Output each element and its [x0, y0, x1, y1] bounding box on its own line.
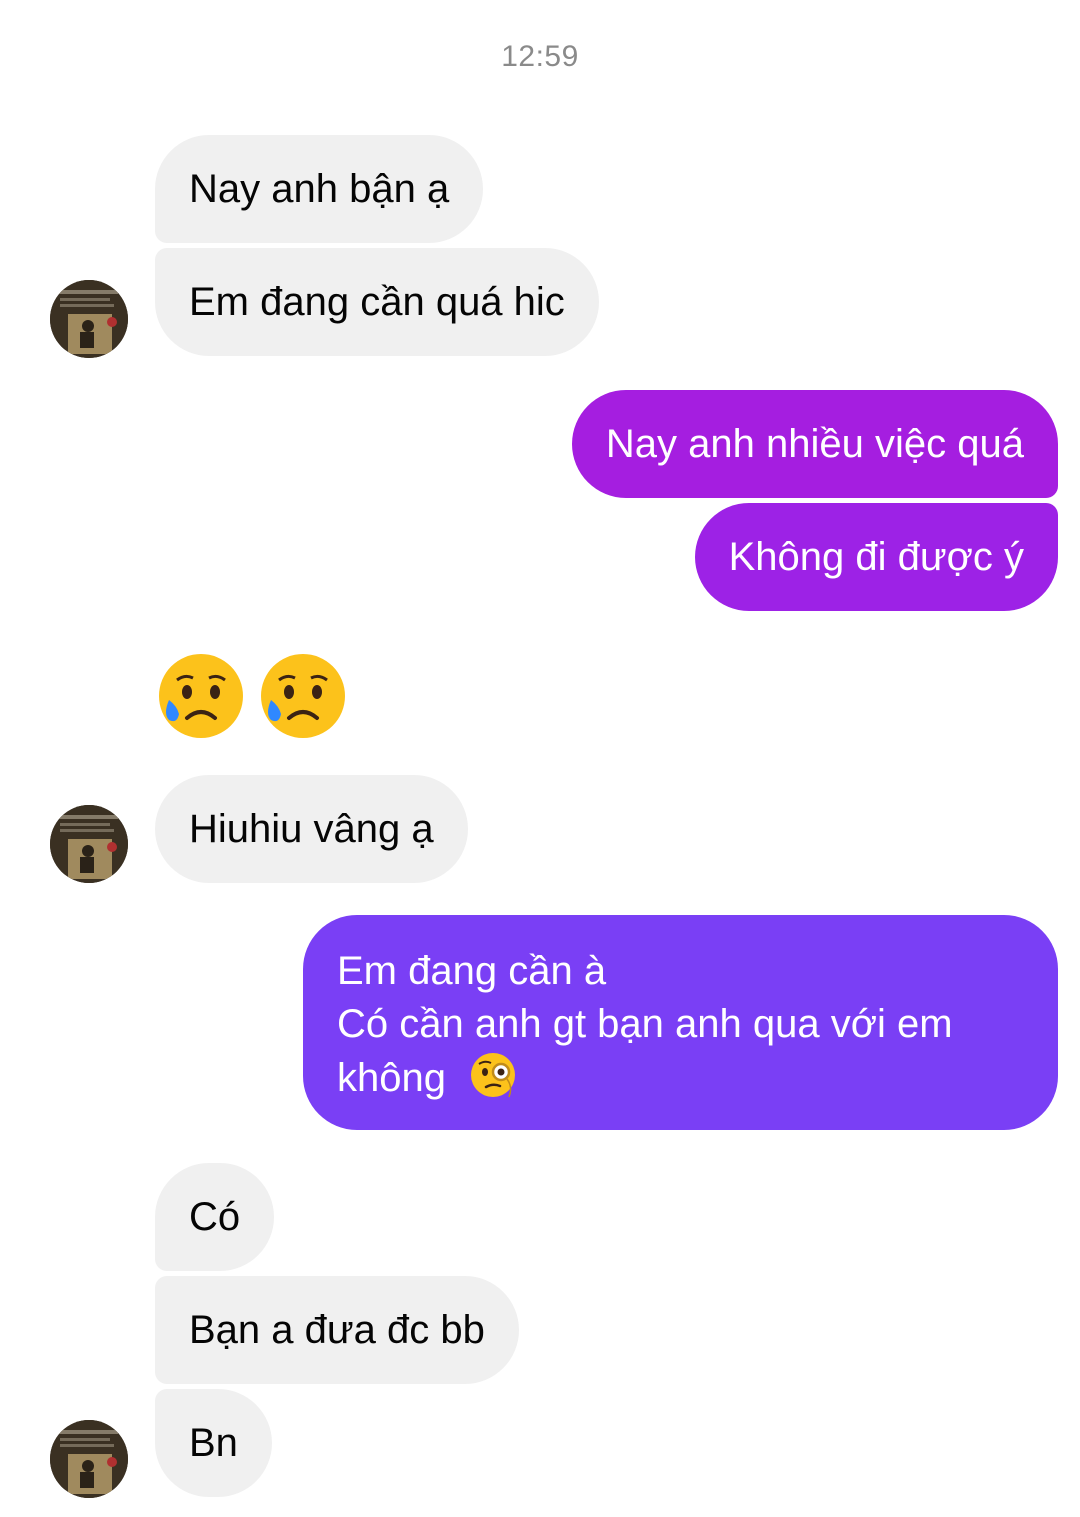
emoji-message[interactable]: [155, 650, 349, 742]
message-bubble-incoming[interactable]: Có: [155, 1163, 275, 1271]
message-text: Có: [189, 1194, 241, 1239]
message-text: Nay anh bận ạ: [189, 166, 450, 211]
message-bubble-incoming[interactable]: Nay anh bận ạ: [155, 135, 484, 243]
message-bubble-incoming[interactable]: Hiuhiu vâng ạ: [155, 775, 468, 883]
timestamp: 12:59: [501, 40, 579, 73]
contact-avatar[interactable]: [50, 280, 128, 358]
message-text: Hiuhiu vâng ạ: [189, 806, 434, 851]
message-text: Bn: [189, 1420, 238, 1465]
message-line: Có cần anh gt bạn anh qua với em: [337, 1002, 953, 1046]
avatar-image-icon: [50, 280, 128, 358]
message-bubble-outgoing[interactable]: Em đang cần à Có cần anh gt bạn anh qua …: [303, 915, 1058, 1130]
message-line: không: [337, 1056, 446, 1100]
avatar-image-icon: [50, 1420, 128, 1498]
sad-but-relieved-face-icon: [159, 654, 243, 738]
message-bubble-incoming[interactable]: Em đang cần quá hic: [155, 248, 599, 356]
sad-but-relieved-face-icon: [261, 654, 345, 738]
message-bubble-incoming[interactable]: Bạn a đưa đc bb: [155, 1276, 519, 1384]
message-text: Bạn a đưa đc bb: [189, 1307, 485, 1352]
message-text: Không đi được ý: [728, 534, 1024, 579]
message-bubble-incoming[interactable]: Bn: [155, 1389, 272, 1497]
message-bubble-outgoing[interactable]: Nay anh nhiều việc quá: [571, 390, 1058, 498]
message-text: Nay anh nhiều việc quá: [605, 421, 1024, 466]
message-bubble-outgoing[interactable]: Không đi được ý: [694, 503, 1058, 611]
message-line-with-emoji: không: [337, 1051, 1024, 1105]
face-with-monocle-icon: [471, 1053, 516, 1098]
avatar-image-icon: [50, 805, 128, 883]
message-text: Em đang cần quá hic: [189, 279, 565, 324]
contact-avatar[interactable]: [50, 1420, 128, 1498]
message-line: Em đang cần à: [337, 949, 607, 993]
contact-avatar[interactable]: [50, 805, 128, 883]
